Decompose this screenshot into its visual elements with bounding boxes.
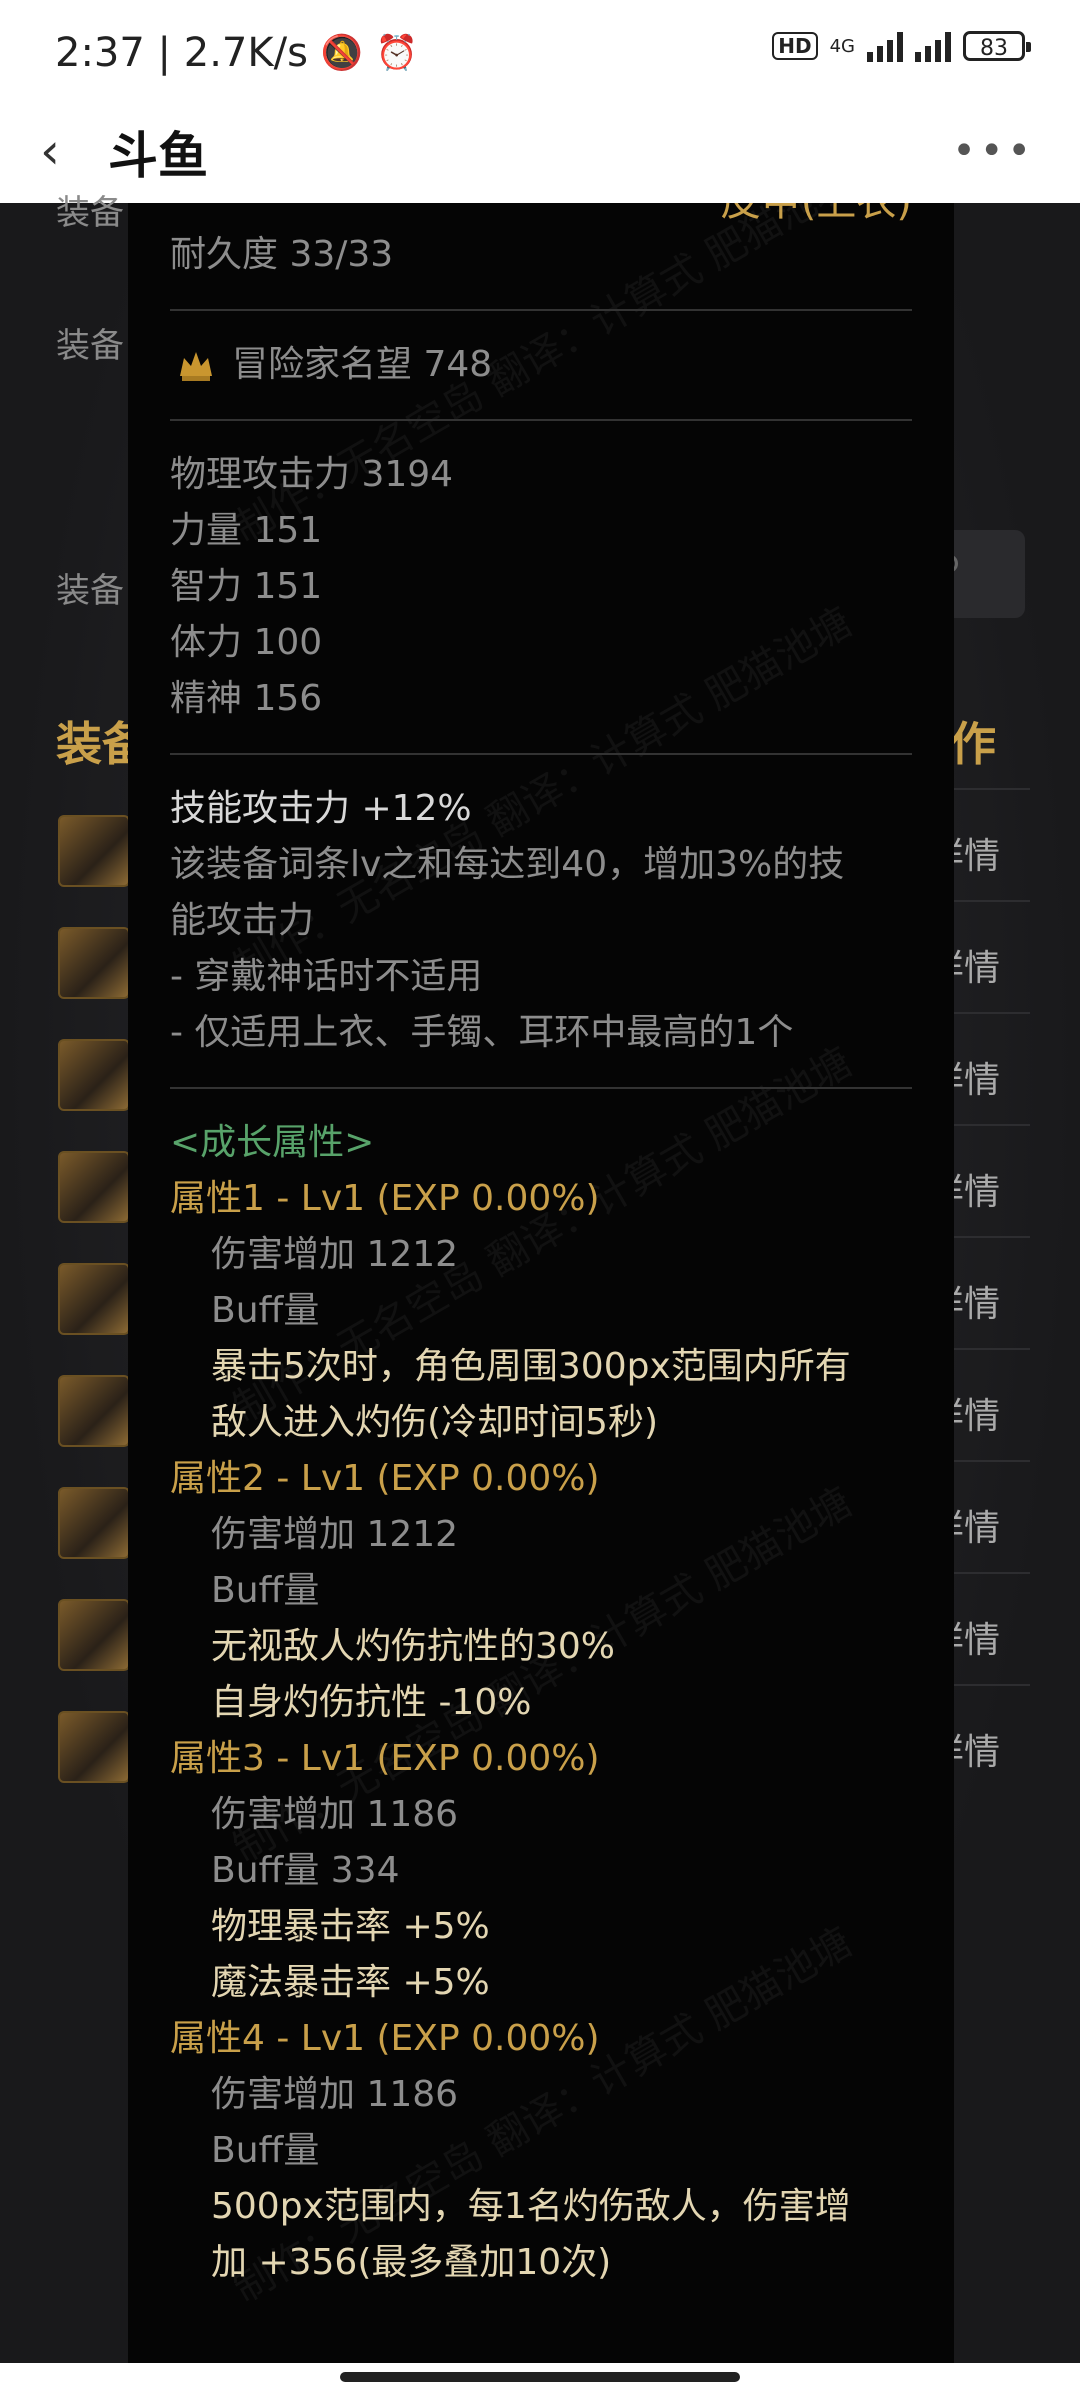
durability-text: 耐久度 33/33 [170,234,394,275]
equip-icon-2[interactable] [58,927,130,999]
growth-buff: Buff量 334 [211,1850,400,1891]
fame-row: 冒险家名望 748 [170,337,912,393]
growth-title: 属性3 - Lv1 (EXP 0.00%) [170,1738,600,1779]
skill-desc-line: 能攻击力 [170,900,315,941]
skill-desc-line: - 穿戴神话时不适用 [170,956,483,997]
equip-icon-6[interactable] [58,1375,130,1447]
growth-effect: 暴击5次时，角色周围300px范围内所有 [211,1346,851,1387]
stat-value: 3194 [361,454,454,495]
nav-bar: ‹ 斗鱼 ••• [0,100,1080,203]
home-indicator[interactable] [340,2372,740,2382]
bg-label-equip-1: 装备 [56,193,124,233]
growth-effect: 物理暴击率 +5% [211,1906,490,1947]
equip-icon-1[interactable] [58,815,130,887]
growth-effect: 无视敌人灼伤抗性的30% [211,1626,616,1667]
growth-effect: 自身灼伤抗性 -10% [211,1682,532,1723]
skill-desc-line: - 仅适用上衣、手镯、耳环中最高的1个 [170,1012,794,1053]
growth-buff: Buff量 [211,1290,320,1331]
growth-block-1: 属性1 - Lv1 (EXP 0.00%) 伤害增加 1212 Buff量 暴击… [170,1171,912,1451]
page-title: 斗鱼 [108,127,208,185]
network-label: 4G [829,35,855,57]
status-time: 2:37 [55,30,145,76]
skill-desc-line: 该装备词条lv之和每达到40，增加3%的技 [170,844,845,885]
stat-value: 151 [253,566,323,607]
stat-row: 力量 151 [170,503,912,559]
growth-effect: 魔法暴击率 +5% [211,1962,490,2003]
item-tooltip-panel: 制作：无名空岛 翻译：计算式 肥猫池塘 制作：无名空岛 翻译：计算式 肥猫池塘 … [128,203,954,2363]
growth-block-3: 属性3 - Lv1 (EXP 0.00%) 伤害增加 1186 Buff量 33… [170,1731,912,2011]
divider [170,419,912,421]
bg-label-equip-2: 装备 [56,326,124,366]
status-speed: 2.7K/s [183,30,308,76]
equip-icon-4[interactable] [58,1151,130,1223]
equip-icon-9[interactable] [58,1711,130,1783]
growth-title: 属性1 - Lv1 (EXP 0.00%) [170,1178,600,1219]
growth-damage: 伤害增加 1212 [211,1234,459,1275]
stat-row: 智力 151 [170,559,912,615]
growth-block-2: 属性2 - Lv1 (EXP 0.00%) 伤害增加 1212 Buff量 无视… [170,1451,912,1731]
stat-name: 精神 [170,678,243,719]
status-divider: | [157,30,184,76]
tooltip-content: 耐久度 33/33 冒险家名望 748 物理攻击力 3194 力量 151 智力… [170,227,912,2291]
signal-icon-2 [915,30,951,62]
equip-icon-5[interactable] [58,1263,130,1335]
alarm-icon: ⏰ [375,33,419,73]
back-arrow-icon[interactable]: ‹ [40,122,60,180]
equip-icon-3[interactable] [58,1039,130,1111]
mute-bell-icon: 🔕 [320,33,363,73]
more-options-icon[interactable]: ••• [952,128,1035,174]
stat-name: 力量 [170,510,243,551]
growth-effect: 500px范围内，每1名灼伤敌人，伤害增 [211,2186,851,2227]
stat-name: 物理攻击力 [170,454,351,495]
item-type-label: 皮甲(上衣) [721,203,912,227]
stat-name: 体力 [170,622,243,663]
growth-buff: Buff量 [211,1570,320,1611]
stat-row: 物理攻击力 3194 [170,447,912,503]
divider [170,309,912,311]
hd-badge: HD [772,32,818,60]
growth-damage: 伤害增加 1212 [211,1514,459,1555]
growth-title: 属性2 - Lv1 (EXP 0.00%) [170,1458,600,1499]
status-bar: 2:37 | 2.7K/s 🔕 ⏰ HD 4G 83 [0,0,1080,100]
stat-name: 智力 [170,566,243,607]
stat-row: 体力 100 [170,615,912,671]
stat-value: 156 [253,678,323,719]
growth-title: 属性4 - Lv1 (EXP 0.00%) [170,2018,600,2059]
growth-buff: Buff量 [211,2130,320,2171]
status-left: 2:37 | 2.7K/s 🔕 ⏰ [55,28,418,76]
growth-effect: 加 +356(最多叠加10次) [211,2242,612,2283]
equip-icon-7[interactable] [58,1487,130,1559]
growth-block-4: 属性4 - Lv1 (EXP 0.00%) 伤害增加 1186 Buff量 50… [170,2011,912,2291]
stat-value: 151 [253,510,323,551]
growth-header: <成长属性> [170,1122,375,1163]
divider [170,753,912,755]
skill-attack-text: 技能攻击力 +12% [170,788,472,829]
fame-text: 冒险家名望 748 [232,344,493,385]
divider [170,1087,912,1089]
equip-icon-8[interactable] [58,1599,130,1671]
battery-icon: 83 [963,31,1031,61]
growth-damage: 伤害增加 1186 [211,1794,459,1835]
crown-icon [180,352,212,381]
growth-effect: 敌人进入灼伤(冷却时间5秒) [211,1402,658,1443]
stat-value: 100 [253,622,323,663]
bg-section-heading-right: 作 [950,717,996,771]
status-right: HD 4G 83 [772,30,1031,62]
growth-damage: 伤害增加 1186 [211,2074,459,2115]
stat-row: 精神 156 [170,671,912,727]
bg-label-equip-3: 装备 [56,571,124,611]
signal-icon [867,30,903,62]
